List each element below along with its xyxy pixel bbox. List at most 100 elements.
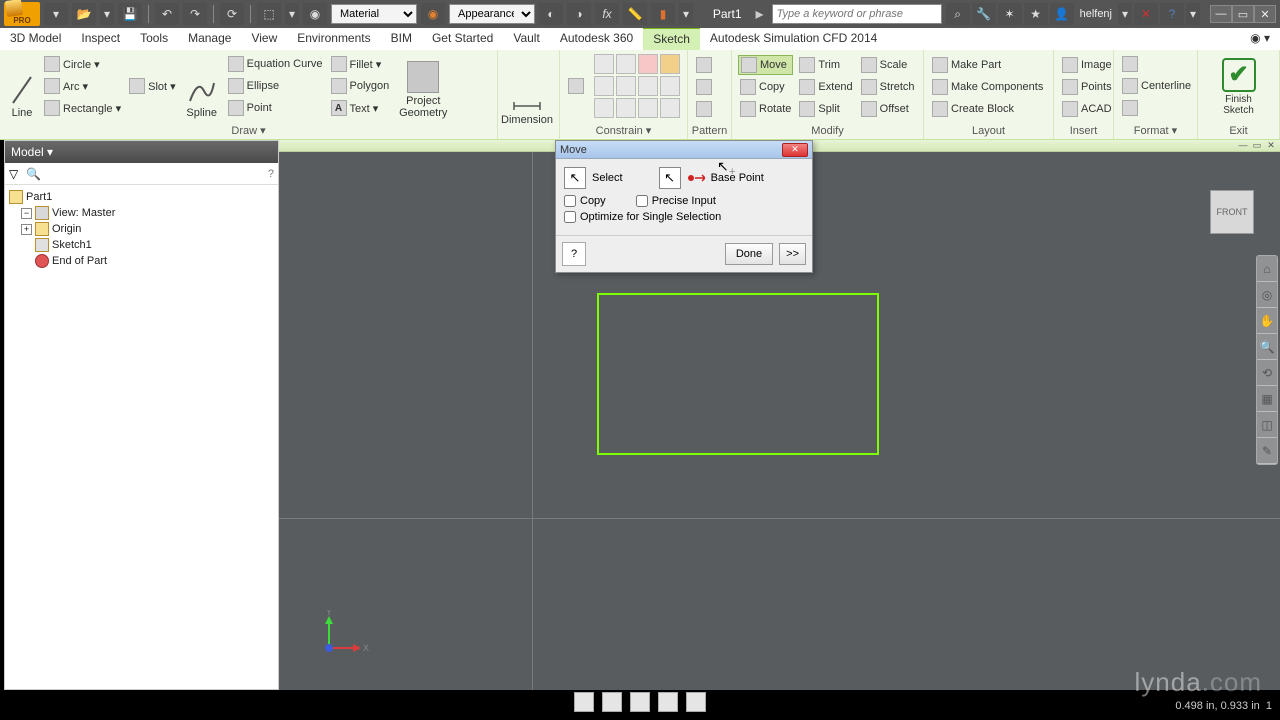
equation-curve-button[interactable]: Equation Curve [226,54,325,74]
constraint-parallel-icon[interactable] [594,76,614,96]
slice-icon[interactable] [630,692,650,712]
tab-appearance-toggle[interactable]: ◉ ▾ [1240,28,1280,50]
close-panel-icon[interactable]: ✕ [1134,3,1158,25]
acad-button[interactable]: ACAD [1060,99,1114,119]
window-minimize[interactable]: — [1210,5,1232,23]
precise-input-checkbox[interactable]: Precise Input [636,195,716,207]
extend-button[interactable]: Extend [797,77,854,97]
infocenter-icon[interactable]: ⌕ [946,3,970,25]
make-components-button[interactable]: Make Components [930,77,1045,97]
undo-icon[interactable]: ↶ [155,3,179,25]
nav-pan-icon[interactable]: ✋ [1257,308,1277,334]
fx-icon[interactable]: fx [595,3,619,25]
dialog-close-button[interactable]: ✕ [782,143,808,157]
tab-vault[interactable]: Vault [503,28,549,50]
save-icon[interactable]: 💾 [118,3,142,25]
constraint-vertical-icon[interactable] [660,76,680,96]
line-button[interactable]: Line [6,53,38,119]
qat-overflow[interactable]: ▾ [679,3,693,25]
rotate-button[interactable]: Rotate [738,99,793,119]
nav-section-icon[interactable]: ◫ [1257,412,1277,438]
color-icon[interactable]: ▮ [651,3,675,25]
spline-button[interactable]: Spline [182,53,222,119]
measure-icon[interactable]: 📏 [623,3,647,25]
text-button[interactable]: AText ▾ [329,98,392,118]
favorite-icon[interactable]: ★ [1024,3,1048,25]
polygon-button[interactable]: Polygon [329,76,392,96]
material-select[interactable]: Material [331,4,417,24]
tab-sketch[interactable]: Sketch [643,28,700,50]
circ-pattern-button[interactable] [694,77,714,97]
tab-inspect[interactable]: Inspect [71,28,130,50]
key-icon[interactable]: 🔧 [972,3,996,25]
constraint-collinear-icon[interactable] [616,54,636,74]
graphics-canvas[interactable]: — ▭ ✕ Move ✕ Select Base Point Cop [279,140,1280,690]
open-dropdown[interactable]: ▾ [100,3,114,25]
model-browser-header[interactable]: Model ▾ [5,141,278,163]
tab-view[interactable]: View [241,28,287,50]
appearance-browser-icon[interactable]: ◐ [539,3,563,25]
help-dropdown[interactable]: ▾ [1186,3,1200,25]
constraint-smooth-icon[interactable] [616,98,636,118]
slot-button[interactable]: Slot ▾ [127,76,178,96]
dof-icon[interactable] [686,692,706,712]
select-icon[interactable]: ⬚ [257,3,281,25]
tree-part[interactable]: Part1 [7,189,276,205]
tree-view[interactable]: −View: Master [7,205,276,221]
point-button[interactable]: Point [226,98,325,118]
appearance-select[interactable]: Appearance [449,4,535,24]
show-format-button[interactable] [1120,98,1193,118]
done-button[interactable]: Done [725,243,773,265]
move-button[interactable]: Move [738,55,793,75]
select-picker-button[interactable] [564,167,586,189]
constraint-concentric-icon[interactable] [638,54,658,74]
trim-button[interactable]: Trim [797,55,854,75]
tree-origin[interactable]: +Origin [7,221,276,237]
scale-button[interactable]: Scale [859,55,917,75]
snap-icon[interactable] [574,692,594,712]
tab-get-started[interactable]: Get Started [422,28,503,50]
nav-wheel-icon[interactable]: ◎ [1257,282,1277,308]
constraint-horizontal-icon[interactable] [638,76,658,96]
sketch-rectangle[interactable] [597,293,879,455]
basepoint-picker-button[interactable] [659,167,681,189]
tab-tools[interactable]: Tools [130,28,178,50]
offset-button[interactable]: Offset [859,99,917,119]
make-part-button[interactable]: Make Part [930,55,1045,75]
panel-title-draw[interactable]: Draw ▾ [0,122,497,139]
user-dropdown[interactable]: ▾ [1118,3,1132,25]
nav-lookat-icon[interactable]: ▦ [1257,386,1277,412]
optimize-checkbox[interactable]: Optimize for Single Selection [564,211,804,223]
help-search-input[interactable] [772,4,942,24]
browser-help-icon[interactable]: ? [268,168,274,180]
window-maximize[interactable]: ▭ [1232,5,1254,23]
constraint-fix-icon[interactable] [660,54,680,74]
tab-bim[interactable]: BIM [381,28,422,50]
split-button[interactable]: Split [797,99,854,119]
constraint-coincident-icon[interactable] [594,54,614,74]
redo-icon[interactable]: ↷ [183,3,207,25]
grid-icon[interactable] [602,692,622,712]
dimension-button[interactable]: Dimension [504,60,550,126]
canvas-close[interactable]: ✕ [1264,140,1278,152]
nav-orbit-icon[interactable]: ⟲ [1257,360,1277,386]
construction-button[interactable] [1120,54,1193,74]
nav-home-icon[interactable]: ⌂ [1257,256,1277,282]
panel-title-format[interactable]: Format ▾ [1114,122,1197,139]
tab-autodesk-360[interactable]: Autodesk 360 [550,28,643,50]
panel-title-constrain[interactable]: Constrain ▾ [560,122,687,139]
help-icon[interactable]: ? [1160,3,1184,25]
centerline-button[interactable]: Centerline [1120,76,1193,96]
copy-button[interactable]: Copy [738,77,793,97]
nav-zoom-icon[interactable]: 🔍 [1257,334,1277,360]
appearance-adjust-icon[interactable]: ◑ [567,3,591,25]
auto-dim-button[interactable] [566,76,586,96]
dialog-help-button[interactable]: ? [562,242,586,266]
circle-button[interactable]: Circle ▾ [42,54,123,74]
ellipse-button[interactable]: Ellipse [226,76,325,96]
copy-checkbox[interactable]: Copy [564,195,606,207]
material-sphere-icon[interactable]: ◉ [303,3,327,25]
username[interactable]: helfenj [1080,8,1112,20]
new-icon[interactable]: ▾ [44,3,68,25]
update-icon[interactable]: ⟳ [220,3,244,25]
